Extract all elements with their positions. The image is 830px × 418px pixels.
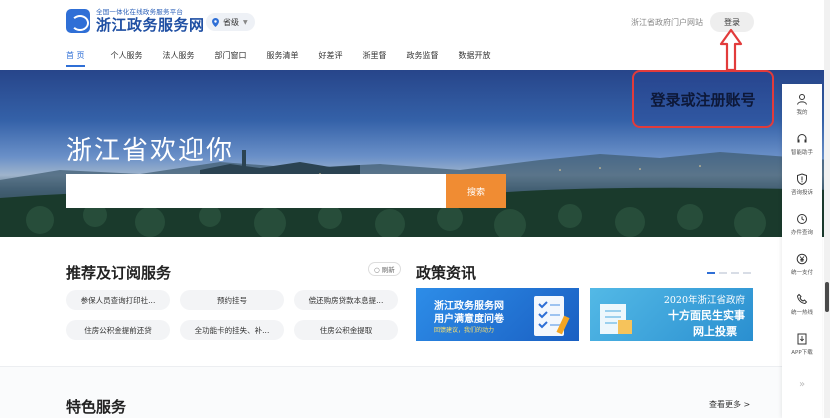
region-label: 省级 (223, 17, 239, 27)
yuan-icon (796, 253, 808, 264)
hero-title: 浙江省欢迎你 (66, 136, 235, 166)
chevron-double-right-icon[interactable]: » (782, 364, 822, 404)
nav-item-departments[interactable]: 部门窗口 (205, 50, 257, 68)
featured-title: 特色服务 (66, 398, 127, 416)
service-chip[interactable]: 全功能卡的挂失、补... (180, 320, 284, 340)
survey-banner-line3: 回馈建议，我们的动力 (434, 327, 495, 334)
service-chip[interactable]: 预约挂号 (180, 290, 284, 310)
gov-portal-link[interactable]: 浙江省政府门户网站 (631, 17, 703, 28)
vote-banner-line1: 2020年浙江省政府 (663, 295, 745, 306)
nav-item-supervise[interactable]: 浙里督 (353, 50, 397, 68)
nav-item-home[interactable]: 首 页 (56, 50, 95, 68)
side-item-assistant[interactable]: 智能助手 (782, 124, 822, 164)
nav-item-personal[interactable]: 个人服务 (101, 50, 153, 68)
side-item-label: 智能助手 (790, 149, 813, 156)
header: 全国一体化在线政务服务平台 浙江政务服务网 省级 ▼ 浙江省政府门户网站 登录 … (0, 0, 830, 70)
checklist-icon (534, 296, 570, 336)
side-item-hotline[interactable]: 统一热线 (782, 284, 822, 324)
survey-banner[interactable]: 浙江政务服务网 用户满意度问卷 回馈建议，我们的动力 (416, 288, 579, 341)
policy-title: 政策资讯 (416, 264, 477, 282)
side-item-label: 办件查询 (790, 229, 813, 236)
document-illustration-icon (600, 304, 632, 334)
search-button[interactable]: 搜索 (446, 174, 506, 208)
side-item-label: 我的 (796, 109, 808, 116)
carousel-dot[interactable] (719, 272, 727, 274)
view-more-link[interactable]: 查看更多 > (709, 399, 750, 410)
logo-title: 浙江政务服务网 (96, 15, 205, 34)
service-chip[interactable]: 偿还购房贷款本息提... (294, 290, 398, 310)
side-item-label: 咨询投诉 (790, 189, 813, 196)
recommend-title: 推荐及订阅服务 (66, 264, 172, 282)
scrollbar-thumb[interactable] (825, 282, 829, 312)
carousel-dot[interactable] (731, 272, 739, 274)
service-chip[interactable]: 参保人员查询打印社... (66, 290, 170, 310)
scrollbar-track[interactable] (824, 0, 830, 418)
nav-item-service-list[interactable]: 服务清单 (257, 50, 309, 68)
vote-banner-line2: 十方面民生实事 (668, 309, 745, 322)
history-icon (797, 213, 807, 224)
search-input[interactable] (66, 174, 446, 208)
side-item-mine[interactable]: 我的 (782, 84, 822, 124)
vote-banner[interactable]: 2020年浙江省政府 十方面民生实事 网上投票 (590, 288, 753, 341)
headset-icon (797, 133, 807, 142)
service-chip[interactable]: 住房公积金提前还贷 (66, 320, 170, 340)
carousel-dot[interactable] (707, 272, 715, 274)
logo-subtitle: 全国一体化在线政务服务平台 (96, 8, 184, 17)
download-icon (797, 333, 807, 344)
site-logo[interactable]: 全国一体化在线政务服务平台 浙江政务服务网 (66, 9, 205, 33)
page: 全国一体化在线政务服务平台 浙江政务服务网 省级 ▼ 浙江省政府门户网站 登录 … (0, 0, 830, 418)
side-item-complaint[interactable]: 咨询投诉 (782, 164, 822, 204)
user-icon (797, 93, 807, 105)
side-item-app-download[interactable]: APP下载 (782, 324, 822, 364)
survey-banner-line2: 用户满意度问卷 (434, 314, 504, 325)
nav-item-open-data[interactable]: 数据开放 (449, 50, 501, 68)
carousel-dot[interactable] (743, 272, 751, 274)
side-toolbar: 我的 智能助手 咨询投诉 办件查询 统一支付 统一热线 APP下载 » (782, 84, 822, 418)
vote-banner-line3: 网上投票 (693, 325, 737, 338)
refresh-button[interactable]: ○ 刷新 (368, 262, 401, 276)
logo-icon (66, 9, 90, 33)
carousel-dots (703, 272, 751, 274)
location-pin-icon (212, 17, 219, 27)
side-item-label: APP下载 (791, 349, 813, 356)
annotation-callout: 登录或注册账号 (632, 70, 774, 128)
side-item-label: 统一热线 (790, 309, 813, 316)
side-item-query[interactable]: 办件查询 (782, 204, 822, 244)
nav-item-rating[interactable]: 好差评 (309, 50, 353, 68)
service-chip[interactable]: 住房公积金提取 (294, 320, 398, 340)
main-nav: 首 页 个人服务 法人服务 部门窗口 服务清单 好差评 浙里督 政务监督 数据开… (56, 50, 501, 68)
nav-item-corporate[interactable]: 法人服务 (153, 50, 205, 68)
nav-item-gov-supervision[interactable]: 政务监督 (397, 50, 449, 68)
side-item-payment[interactable]: 统一支付 (782, 244, 822, 284)
shield-icon (797, 172, 807, 185)
phone-icon (796, 293, 808, 304)
arrow-up-icon (719, 28, 743, 72)
side-item-label: 统一支付 (790, 269, 813, 276)
chevron-down-icon: ▼ (243, 18, 248, 26)
region-selector[interactable]: 省级 ▼ (206, 13, 255, 31)
